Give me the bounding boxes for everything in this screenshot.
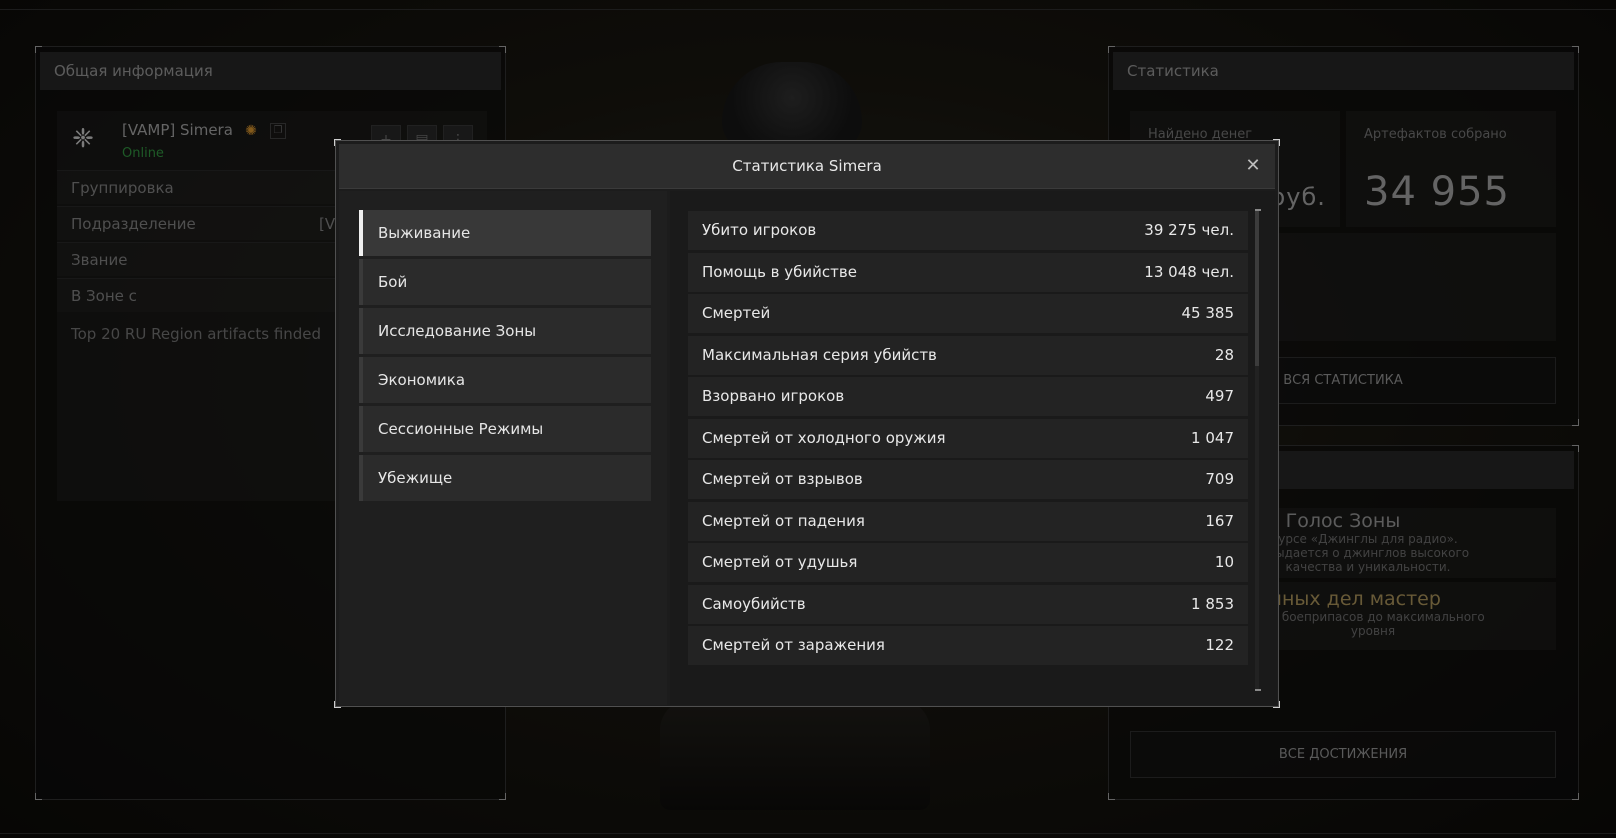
stat-name: Самоубийств bbox=[702, 594, 806, 613]
stat-value: 10 bbox=[1214, 553, 1234, 571]
stat-name: Смертей от падения bbox=[702, 511, 865, 530]
stat-row: Смертей 45 385 bbox=[688, 294, 1248, 333]
category-shelter[interactable]: Убежище bbox=[359, 455, 651, 501]
stat-value: 709 bbox=[1205, 470, 1234, 488]
stat-name: Убито игроков bbox=[702, 221, 817, 239]
stat-name: Взорвано игроков bbox=[702, 387, 845, 405]
stat-row: Помощь в убийстве 13 048 чел. bbox=[688, 252, 1248, 292]
player-statistics-modal: Статистика Simera ✕ Выживание Бой Исслед… bbox=[334, 139, 1280, 708]
stat-row: Смертей от взрывов 709 bbox=[688, 460, 1248, 499]
category-zone-exploration[interactable]: Исследование Зоны bbox=[359, 308, 651, 354]
stat-row: Смертей от заражения 122 bbox=[688, 626, 1248, 665]
scroll-cap bbox=[1255, 689, 1261, 691]
stat-value: 1 853 bbox=[1191, 594, 1234, 613]
stat-value: 39 275 чел. bbox=[1144, 221, 1234, 239]
stat-row: Смертей от холодного оружия 1 047 bbox=[688, 418, 1248, 458]
stat-value: 45 385 bbox=[1181, 304, 1235, 322]
stat-name: Смертей от холодного оружия bbox=[702, 428, 946, 447]
stat-value: 122 bbox=[1205, 636, 1234, 654]
category-survival[interactable]: Выживание bbox=[359, 210, 651, 256]
modal-header: Статистика Simera ✕ bbox=[339, 144, 1275, 189]
stat-name: Смертей от заражения bbox=[702, 636, 885, 654]
category-session-modes[interactable]: Сессионные Режимы bbox=[359, 406, 651, 452]
stat-value: 13 048 чел. bbox=[1144, 262, 1234, 281]
category-economy[interactable]: Экономика bbox=[359, 357, 651, 403]
stat-name: Максимальная серия убийств bbox=[702, 345, 937, 364]
stat-row: Убито игроков 39 275 чел. bbox=[688, 211, 1248, 250]
stats-list: Убито игроков 39 275 чел. Помощь в убийств… bbox=[688, 211, 1248, 689]
stat-row: Самоубийств 1 853 bbox=[688, 584, 1248, 624]
stat-row: Смертей от падения 167 bbox=[688, 501, 1248, 541]
stat-row: Максимальная серия убийств 28 bbox=[688, 335, 1248, 375]
scrollbar-thumb[interactable] bbox=[1255, 211, 1259, 366]
category-combat[interactable]: Бой bbox=[359, 259, 651, 305]
stat-row: Взорвано игроков 497 bbox=[688, 377, 1248, 416]
close-icon[interactable]: ✕ bbox=[1239, 152, 1267, 180]
scrollbar[interactable] bbox=[1255, 211, 1259, 689]
stat-name: Смертей bbox=[702, 304, 771, 322]
category-sidebar: Выживание Бой Исследование Зоны Экономик… bbox=[339, 191, 667, 705]
stats-content: Убито игроков 39 275 чел. Помощь в убийств… bbox=[670, 191, 1277, 705]
stat-value: 497 bbox=[1205, 387, 1234, 405]
stat-value: 167 bbox=[1205, 511, 1234, 530]
stat-value: 28 bbox=[1214, 345, 1234, 364]
stat-name: Смертей от удушья bbox=[702, 553, 858, 571]
stat-name: Смертей от взрывов bbox=[702, 470, 863, 488]
stat-row: Смертей от удушья 10 bbox=[688, 543, 1248, 582]
stat-value: 1 047 bbox=[1191, 428, 1234, 447]
stat-name: Помощь в убийстве bbox=[702, 262, 857, 281]
modal-title: Статистика Simera bbox=[732, 157, 882, 175]
